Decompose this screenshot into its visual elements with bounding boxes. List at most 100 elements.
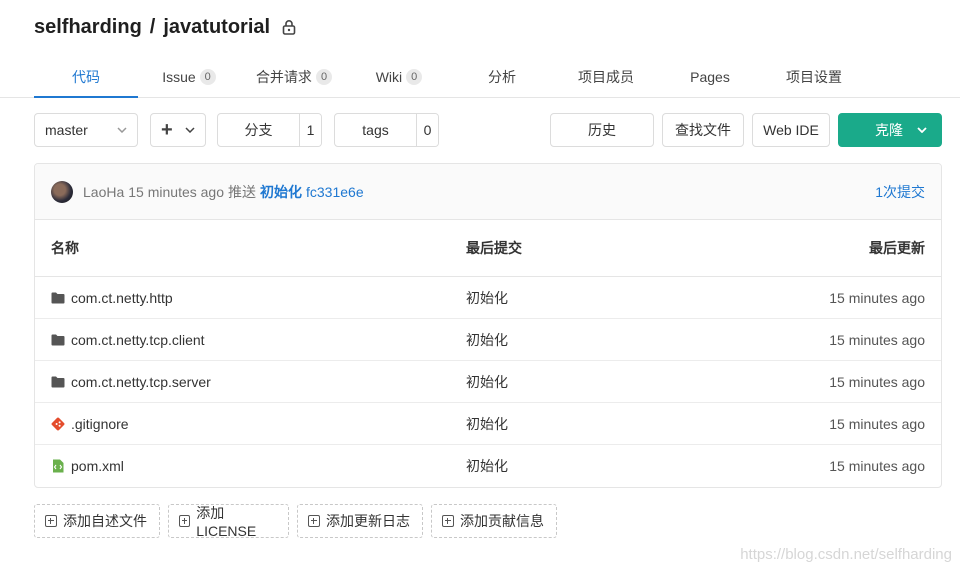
folder-icon [51, 291, 65, 305]
tab-settings[interactable]: 项目设置 [772, 58, 856, 96]
project-nav-tabs: 代码 Issue 0 合并请求 0 Wiki 0 分析 项目成员 Pages 项目设置 [0, 58, 960, 98]
web-ide-label: Web IDE [763, 122, 819, 138]
tab-label: Wiki [375, 69, 403, 85]
table-row[interactable]: com.ct.netty.tcp.server 初始化 15 minutes a… [35, 361, 941, 403]
history-button[interactable]: 历史 [550, 113, 654, 147]
branch-name: master [45, 122, 88, 138]
commit-count-link[interactable]: 1次提交 [875, 182, 925, 202]
file-name-link[interactable]: .gitignore [71, 416, 129, 432]
add-readme-label: 添加自述文件 [63, 513, 147, 529]
project-title: selfharding / javatutorial [34, 13, 296, 41]
clone-button[interactable]: 克隆 [838, 113, 942, 147]
file-name-cell: com.ct.netty.tcp.client [51, 332, 205, 348]
table-row[interactable]: .gitignore 初始化 15 minutes ago [35, 403, 941, 445]
file-name-cell: com.ct.netty.http [51, 290, 173, 306]
git-file-icon [51, 417, 65, 431]
table-row[interactable]: com.ct.netty.tcp.client 初始化 15 minutes a… [35, 319, 941, 361]
count-badge: 0 [315, 69, 333, 85]
tab-label: 项目成员 [578, 69, 634, 85]
file-name-cell: .gitignore [51, 416, 129, 432]
plus-square-icon [179, 515, 191, 527]
commit-sha-link[interactable]: fc331e6e [306, 184, 364, 200]
table-row[interactable]: pom.xml 初始化 15 minutes ago [35, 445, 941, 487]
folder-icon [51, 375, 65, 389]
table-row[interactable]: com.ct.netty.http 初始化 15 minutes ago [35, 277, 941, 319]
xml-file-icon [51, 459, 65, 473]
chevron-down-icon [117, 127, 127, 133]
plus-icon: + [161, 119, 173, 141]
tab-merge-requests[interactable]: 合并请求 0 [248, 58, 340, 96]
count-badge: 0 [199, 69, 216, 85]
title-separator: / [149, 15, 156, 38]
plus-square-icon [442, 515, 454, 527]
tab-wiki[interactable]: Wiki 0 [360, 58, 438, 96]
add-dropdown-button[interactable]: + [150, 113, 206, 147]
tab-label: 分析 [488, 69, 516, 85]
tab-label: Pages [690, 69, 730, 85]
plus-square-icon [45, 515, 57, 527]
branches-count: 1 [299, 114, 321, 146]
tab-pages[interactable]: Pages [676, 58, 744, 96]
tab-members[interactable]: 项目成员 [566, 58, 646, 96]
tags-button[interactable]: tags 0 [334, 113, 439, 147]
branches-button[interactable]: 分支 1 [217, 113, 322, 147]
add-license-button[interactable]: 添加LICENSE [168, 504, 289, 539]
history-label: 历史 [588, 122, 616, 138]
add-changelog-button[interactable]: 添加更新日志 [297, 504, 423, 538]
commit-message-link[interactable]: 初始化 [260, 182, 302, 202]
tags-label: tags [362, 122, 389, 138]
tags-count: 0 [416, 114, 438, 146]
watermark: https://blog.csdn.net/selfharding [740, 546, 952, 563]
branches-label: 分支 [244, 122, 273, 138]
commit-message-cell[interactable]: 初始化 [466, 414, 508, 434]
find-file-label: 查找文件 [675, 122, 731, 138]
add-license-label: 添加LICENSE [196, 505, 257, 539]
commit-author[interactable]: LaoHa [83, 184, 124, 200]
file-name-link[interactable]: pom.xml [71, 458, 124, 474]
file-name-link[interactable]: com.ct.netty.http [71, 290, 173, 306]
last-commit-bar: LaoHa 15 minutes ago 推送 初始化 fc331e6e 1次提… [35, 164, 941, 220]
chevron-down-icon [185, 127, 195, 133]
add-changelog-label: 添加更新日志 [326, 513, 410, 529]
tab-code[interactable]: 代码 [34, 58, 138, 98]
tab-issue[interactable]: Issue 0 [148, 58, 230, 96]
lock-icon [282, 19, 296, 35]
plus-square-icon [308, 515, 320, 527]
tab-analytics[interactable]: 分析 [470, 58, 534, 96]
add-readme-button[interactable]: 添加自述文件 [34, 504, 160, 538]
updated-cell: 15 minutes ago [829, 331, 925, 348]
commit-message-cell[interactable]: 初始化 [466, 456, 508, 476]
chevron-down-icon [917, 127, 927, 133]
avatar[interactable] [51, 180, 73, 203]
commit-message-cell[interactable]: 初始化 [466, 372, 508, 392]
commit-time: 15 minutes ago [128, 183, 224, 200]
updated-cell: 15 minutes ago [829, 373, 925, 390]
web-ide-button[interactable]: Web IDE [752, 113, 830, 147]
project-name-link[interactable]: javatutorial [163, 16, 270, 39]
updated-cell: 15 minutes ago [829, 458, 925, 474]
tab-label: 代码 [72, 69, 100, 85]
file-name-link[interactable]: com.ct.netty.tcp.server [71, 374, 211, 390]
count-badge: 0 [406, 69, 423, 85]
updated-cell: 15 minutes ago [829, 415, 925, 432]
find-file-button[interactable]: 查找文件 [662, 113, 744, 147]
file-name-link[interactable]: com.ct.netty.tcp.client [71, 332, 205, 348]
table-header: 名称 最后提交 最后更新 [35, 220, 941, 277]
commit-message-cell[interactable]: 初始化 [466, 330, 508, 350]
tab-label: Issue [162, 69, 196, 85]
repository-files-panel: LaoHa 15 minutes ago 推送 初始化 fc331e6e 1次提… [34, 163, 942, 488]
file-name-cell: com.ct.netty.tcp.server [51, 374, 211, 390]
file-name-cell: pom.xml [51, 458, 124, 474]
branch-selector[interactable]: master [34, 113, 138, 147]
commit-action: 推送 [228, 183, 256, 200]
clone-label: 克隆 [875, 122, 903, 138]
add-contributing-label: 添加贡献信息 [460, 513, 544, 529]
tab-label: 项目设置 [786, 69, 842, 85]
namespace-link[interactable]: selfharding [34, 16, 142, 39]
updated-cell: 15 minutes ago [829, 289, 925, 306]
add-contributing-button[interactable]: 添加贡献信息 [431, 504, 557, 538]
header-name: 名称 [51, 240, 79, 256]
commit-message-cell[interactable]: 初始化 [466, 288, 508, 308]
header-last-update: 最后更新 [869, 240, 925, 256]
header-last-commit: 最后提交 [466, 240, 522, 256]
